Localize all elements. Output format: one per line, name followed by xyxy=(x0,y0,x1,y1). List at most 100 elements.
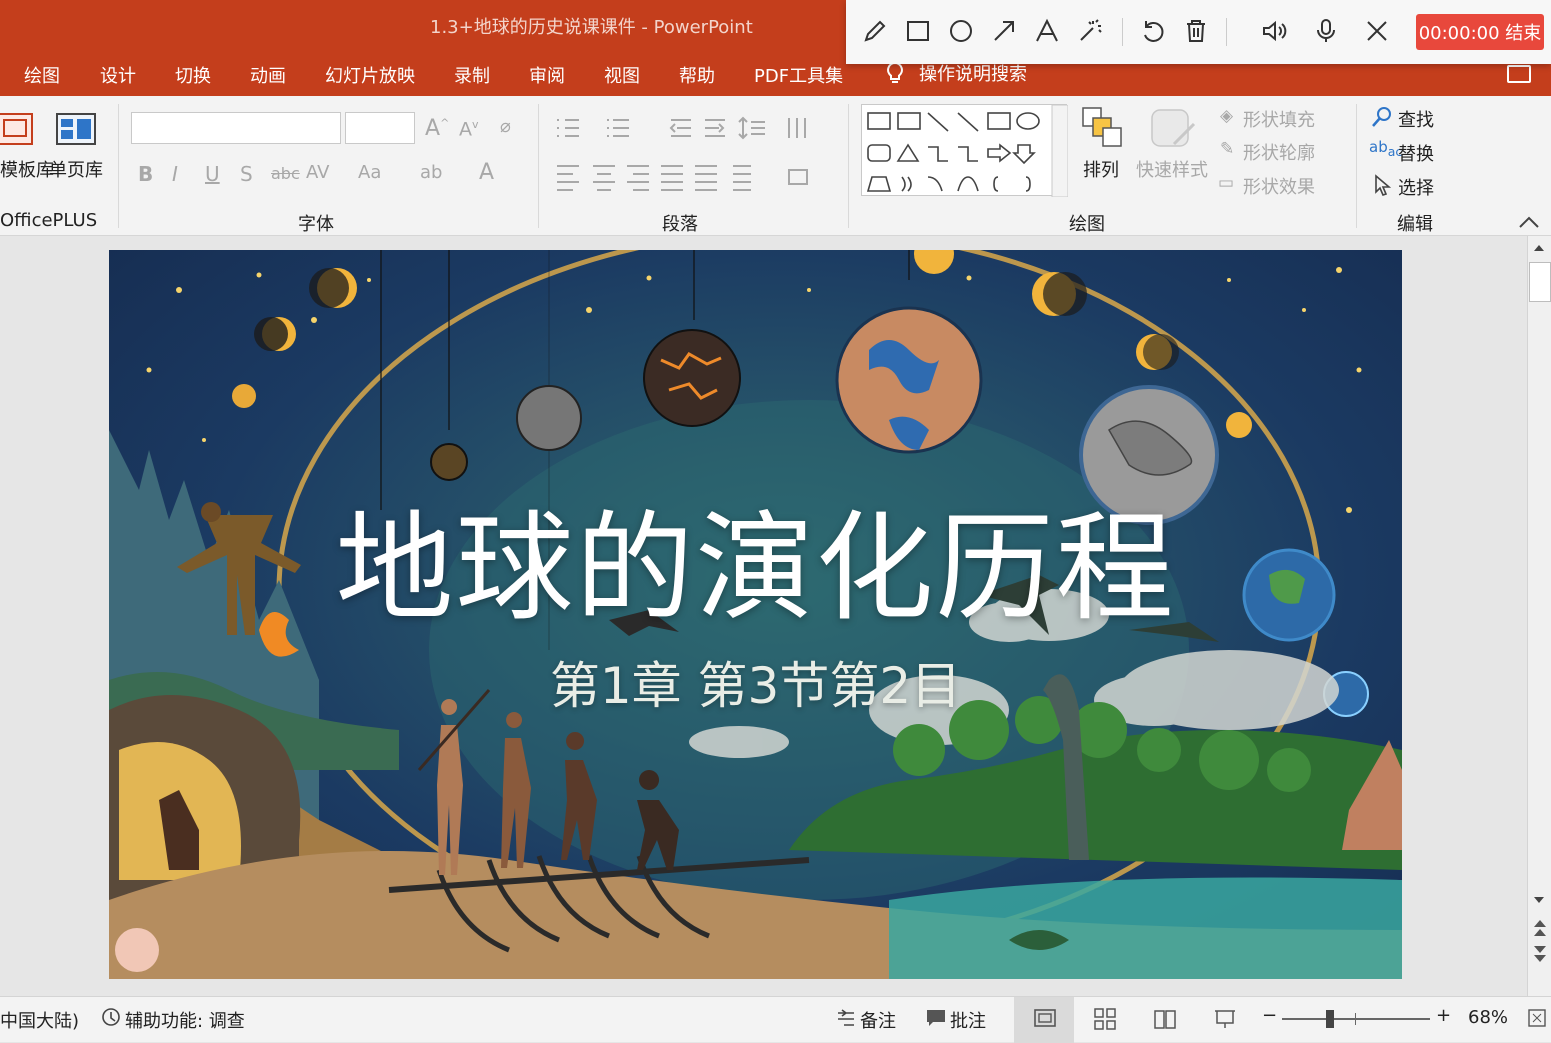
quick-styles-label[interactable]: 快速样式 xyxy=(1136,156,1208,182)
reading-view-icon[interactable] xyxy=(1154,1008,1176,1034)
change-case-button[interactable]: Aa xyxy=(358,162,381,183)
slide-title[interactable]: 地球的演化历程 xyxy=(109,472,1402,643)
tab-design[interactable]: 设计 xyxy=(100,62,136,88)
find-button[interactable]: 查找 xyxy=(1398,106,1434,132)
zoom-level[interactable]: 68% xyxy=(1468,1007,1508,1028)
undo-icon[interactable] xyxy=(1138,16,1168,46)
bold-button[interactable]: B xyxy=(138,162,153,186)
group-separator xyxy=(1356,104,1357,228)
tab-transitions[interactable]: 切换 xyxy=(175,62,211,88)
scroll-up-arrow-icon[interactable] xyxy=(1531,240,1547,260)
slide-canvas[interactable]: 地球的演化历程 第1章 第3节第2目 xyxy=(109,250,1402,979)
select-cursor-icon[interactable] xyxy=(1373,174,1392,200)
template-library-icon[interactable] xyxy=(0,110,36,154)
comments-button[interactable]: 批注 xyxy=(950,1007,986,1033)
search-icon[interactable] xyxy=(1371,106,1393,132)
accessibility-status[interactable]: 辅助功能: 调查 xyxy=(125,1007,245,1033)
replace-button[interactable]: 替换 xyxy=(1398,140,1434,166)
scroll-down-arrow-icon[interactable] xyxy=(1531,892,1547,912)
italic-button[interactable]: I xyxy=(172,162,178,186)
tab-animations[interactable]: 动画 xyxy=(250,62,286,88)
tab-help[interactable]: 帮助 xyxy=(679,62,715,88)
increase-font-icon[interactable]: A^ xyxy=(425,116,449,141)
zoom-in-button[interactable]: + xyxy=(1436,1005,1451,1026)
quick-styles-icon[interactable] xyxy=(1150,108,1198,156)
zoom-slider[interactable] xyxy=(1282,1010,1430,1028)
arrange-label[interactable]: 排列 xyxy=(1083,156,1119,182)
group-font-label: 字体 xyxy=(298,214,334,235)
shape-outline-icon[interactable]: ✎ xyxy=(1220,139,1234,159)
fit-to-window-icon[interactable] xyxy=(1528,1009,1546,1031)
highlight-icon[interactable]: ab xyxy=(420,162,442,183)
notes-icon[interactable] xyxy=(836,1009,856,1031)
tab-draw[interactable]: 绘图 xyxy=(24,62,60,88)
arrow-icon[interactable] xyxy=(989,16,1019,46)
slide-editing-area: 地球的演化历程 第1章 第3节第2目 xyxy=(0,236,1527,996)
language-status[interactable]: 中国大陆) xyxy=(0,1007,79,1033)
group-editing-label: 编辑 xyxy=(1397,214,1433,235)
single-page-library-label[interactable]: 单页库 xyxy=(49,156,103,182)
status-bar: 中国大陆) 辅助功能: 调查 备注 批注 − + 68% xyxy=(0,996,1551,1043)
shape-fill-icon[interactable]: ◈ xyxy=(1220,106,1233,126)
close-icon[interactable] xyxy=(1362,16,1392,46)
zoom-out-button[interactable]: − xyxy=(1262,1005,1277,1026)
shadow-button[interactable]: S xyxy=(240,162,253,186)
shape-effects-button[interactable]: 形状效果 xyxy=(1243,173,1315,199)
slide-subtitle[interactable]: 第1章 第3节第2目 xyxy=(109,646,1402,718)
clear-format-icon[interactable]: ⌀ xyxy=(500,116,511,137)
shape-effects-icon[interactable]: ▭ xyxy=(1218,173,1234,193)
tab-pdf-tools[interactable]: PDF工具集 xyxy=(754,62,843,88)
tab-record[interactable]: 录制 xyxy=(454,62,490,88)
slide-sorter-icon[interactable] xyxy=(1094,1008,1116,1034)
group-drawing-label: 绘图 xyxy=(1069,214,1105,235)
tab-slideshow[interactable]: 幻灯片放映 xyxy=(325,62,415,88)
font-size-dropdown[interactable] xyxy=(345,112,415,144)
tab-view[interactable]: 视图 xyxy=(604,62,640,88)
shape-outline-button[interactable]: 形状轮廓 xyxy=(1243,139,1315,165)
circle-icon[interactable] xyxy=(946,16,976,46)
collapse-ribbon-icon[interactable] xyxy=(1518,214,1540,233)
vertical-scrollbar[interactable] xyxy=(1527,236,1551,996)
comments-icon[interactable] xyxy=(925,1008,947,1032)
laser-pointer-icon[interactable] xyxy=(1075,16,1105,46)
trash-icon[interactable] xyxy=(1181,16,1211,46)
shape-fill-button[interactable]: 形状填充 xyxy=(1243,106,1315,132)
microphone-icon[interactable] xyxy=(1311,16,1341,46)
ribbon-panel: 模板库 单页库 OfficePLUS A^ Av ⌀ B I U S abc A… xyxy=(0,96,1551,236)
group-separator xyxy=(848,104,849,228)
single-page-library-icon[interactable] xyxy=(55,110,97,154)
strikethrough-button[interactable]: abc xyxy=(271,164,300,183)
speaker-icon[interactable] xyxy=(1259,16,1289,46)
lightbulb-icon xyxy=(887,61,903,83)
tab-review[interactable]: 审阅 xyxy=(529,62,565,88)
template-library-label[interactable]: 模板库 xyxy=(0,156,54,182)
notes-button[interactable]: 备注 xyxy=(860,1007,896,1033)
paragraph-tools-icon[interactable] xyxy=(553,114,843,214)
window-title: 1.3+地球的历史说课课件 - PowerPoint xyxy=(430,17,753,38)
accessibility-icon[interactable] xyxy=(100,1006,122,1032)
arrange-icon[interactable] xyxy=(1081,106,1123,154)
font-color-button[interactable]: A xyxy=(479,160,494,185)
font-name-dropdown[interactable] xyxy=(131,112,341,144)
zoom-slider-midpoint xyxy=(1355,1013,1356,1025)
underline-button[interactable]: U xyxy=(205,162,220,186)
select-button[interactable]: 选择 xyxy=(1398,174,1434,200)
comment-icon[interactable] xyxy=(1507,65,1531,83)
char-spacing-button[interactable]: AV xyxy=(306,162,329,183)
shapes-gallery[interactable] xyxy=(861,104,1069,198)
pencil-icon[interactable] xyxy=(860,16,890,46)
slideshow-view-icon[interactable] xyxy=(1214,1008,1236,1034)
text-icon[interactable] xyxy=(1032,16,1062,46)
decrease-font-icon[interactable]: Av xyxy=(459,118,479,140)
pen-toolbar: 00:00:00 结束 xyxy=(846,0,1551,64)
scroll-thumb[interactable] xyxy=(1529,262,1551,302)
previous-slide-icon[interactable] xyxy=(1531,918,1549,942)
normal-view-button[interactable] xyxy=(1014,997,1074,1043)
toolbar-divider xyxy=(1226,18,1227,46)
next-slide-icon[interactable] xyxy=(1531,944,1549,968)
toolbar-divider xyxy=(1122,18,1123,46)
rectangle-icon[interactable] xyxy=(903,16,933,46)
group-separator xyxy=(118,104,119,228)
zoom-slider-thumb[interactable] xyxy=(1326,1010,1334,1028)
recording-stop-button[interactable]: 00:00:00 结束 xyxy=(1416,14,1544,50)
